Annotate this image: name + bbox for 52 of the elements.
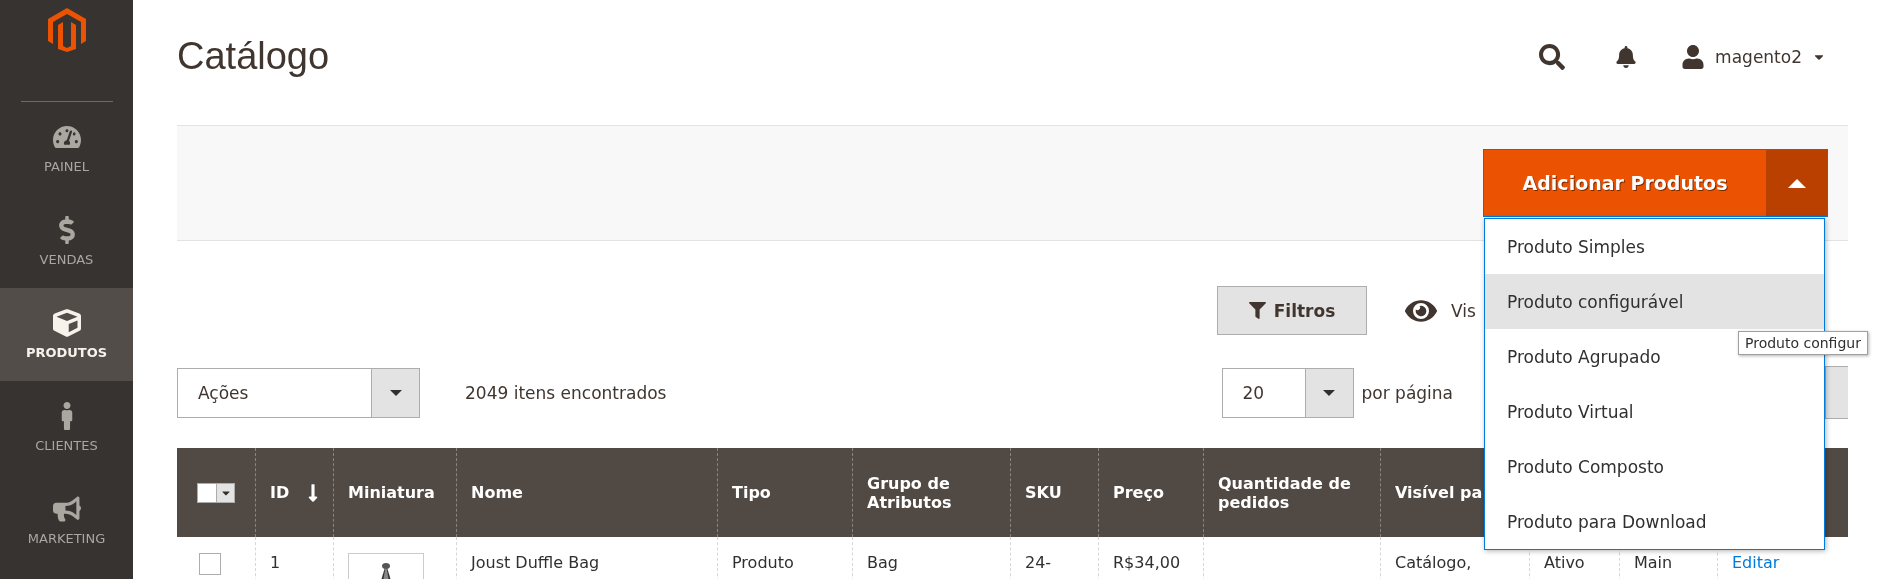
- table-cell: Bag: [867, 553, 898, 572]
- mass-select[interactable]: [197, 482, 235, 503]
- column-header[interactable]: Tipo: [717, 448, 852, 537]
- sidebar-item[interactable]: MARKETING: [0, 474, 133, 567]
- bell-icon[interactable]: [1615, 45, 1638, 68]
- dropdown-toggle[interactable]: [1766, 150, 1827, 216]
- column-header[interactable]: Nome: [456, 448, 717, 537]
- table-cell: Catálogo,: [1395, 553, 1472, 572]
- table-cell: Ativo: [1544, 553, 1585, 572]
- user-menu[interactable]: magento2: [1681, 44, 1826, 69]
- gauge-icon: [52, 123, 81, 151]
- menu-item[interactable]: Produto para Download: [1485, 494, 1824, 549]
- table-cell: Main: [1634, 553, 1673, 572]
- sidebar-item[interactable]: PRODUTOS: [0, 288, 133, 381]
- sidebar-item[interactable]: CLIENTES: [0, 381, 133, 474]
- sidebar-item[interactable]: VENDAS: [0, 195, 133, 288]
- column-header[interactable]: ID: [255, 448, 333, 537]
- megaphone-icon: [52, 495, 81, 523]
- add-products-button[interactable]: Adicionar Produtos: [1484, 150, 1766, 216]
- menu-item[interactable]: Produto Composto: [1485, 439, 1824, 494]
- column-header[interactable]: Grupo de Atributos: [852, 448, 1010, 537]
- records-count: 2049 itens encontrados: [465, 382, 667, 403]
- column-header[interactable]: Preço: [1098, 448, 1203, 537]
- per-page-label: por página: [1361, 382, 1453, 403]
- caret-icon: [389, 389, 402, 396]
- tooltip: Produto configur: [1738, 331, 1868, 355]
- menu-item[interactable]: Produto configurável: [1485, 274, 1824, 329]
- filter-icon: [1248, 302, 1266, 319]
- column-header[interactable]: SKU: [1010, 448, 1098, 537]
- caret-icon: [1787, 178, 1806, 188]
- box-icon: [52, 309, 81, 337]
- search-icon[interactable]: [1539, 43, 1566, 70]
- edit-link[interactable]: Editar: [1732, 553, 1780, 572]
- table-cell: Joust Duffle Bag: [471, 553, 600, 572]
- columns-button[interactable]: Vis: [1405, 294, 1476, 327]
- caret-icon: [1323, 389, 1335, 396]
- table-cell: R$34,00: [1113, 553, 1181, 572]
- sidebar-item[interactable]: PAINEL: [0, 102, 133, 195]
- column-header[interactable]: Miniatura: [333, 448, 456, 537]
- page-title: Catálogo: [177, 35, 330, 78]
- filters-button[interactable]: Filtros: [1217, 286, 1367, 335]
- actions-select[interactable]: Ações: [177, 367, 420, 418]
- table-cell: Produto: [732, 553, 794, 572]
- logo: [47, 8, 86, 52]
- user-icon: [1681, 44, 1706, 69]
- row-checkbox[interactable]: [199, 553, 221, 575]
- table-cell: 24-: [1025, 553, 1052, 572]
- menu-item[interactable]: Produto Simples: [1485, 219, 1824, 274]
- menu-item[interactable]: Produto Virtual: [1485, 384, 1824, 439]
- per-page-select[interactable]: 20: [1221, 367, 1354, 418]
- column-header[interactable]: Quantidade de pedidos: [1203, 448, 1380, 537]
- table-cell: 1: [270, 553, 281, 572]
